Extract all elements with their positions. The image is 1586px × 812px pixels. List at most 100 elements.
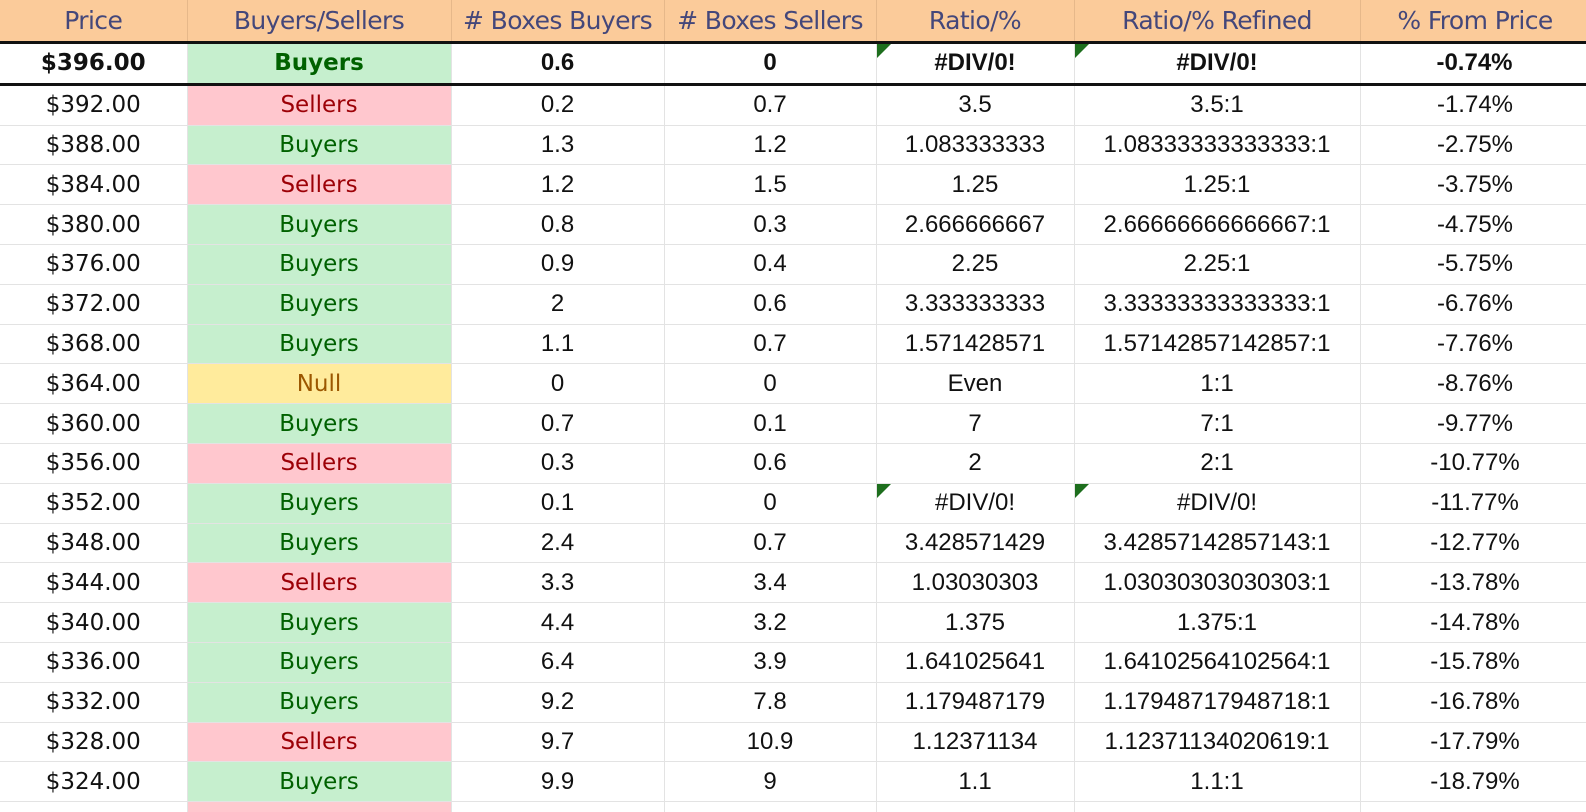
cell-boxes-buyers[interactable]: 2	[451, 284, 665, 325]
cell-from-price[interactable]: -13.78%	[1360, 562, 1586, 604]
cell-boxes-buyers[interactable]: 9.9	[451, 761, 665, 803]
cell-ratio-refined[interactable]: 3.42857142857143:1	[1074, 523, 1361, 564]
cell-ratio-refined[interactable]: 1.1:1	[1074, 761, 1361, 803]
cell-ratio[interactable]: 7	[876, 403, 1075, 444]
cell-price[interactable]: $364.00	[0, 363, 188, 405]
cell-ratio[interactable]: 1.571428571	[876, 324, 1075, 365]
cell-price[interactable]: $368.00	[0, 324, 188, 365]
cell-from-price[interactable]: -7.76%	[1360, 324, 1586, 365]
cell-from-price[interactable]: -9.77%	[1360, 403, 1586, 444]
column-header-ratio[interactable]: Ratio/%	[876, 0, 1075, 44]
cell-ratio-refined[interactable]: #DIV/0!	[1074, 41, 1361, 86]
cell-buyers-sellers[interactable]: Buyers	[187, 483, 452, 524]
cell-boxes-sellers[interactable]: 0.7	[664, 84, 877, 126]
cell-ratio-refined[interactable]: #DIV/0!	[1074, 483, 1361, 524]
cell-price[interactable]: $328.00	[0, 722, 188, 763]
cell-ratio[interactable]: 1.179487179	[876, 682, 1075, 723]
cell-ratio[interactable]: 1.25	[876, 164, 1075, 206]
cell-buyers-sellers[interactable]: Buyers	[187, 324, 452, 365]
cell-buyers-sellers[interactable]: Buyers	[187, 602, 452, 643]
cell-from-price[interactable]: -8.76%	[1360, 363, 1586, 405]
cell-from-price[interactable]: -4.75%	[1360, 204, 1586, 245]
column-header-from-price[interactable]: % From Price	[1360, 0, 1586, 44]
cell-from-price[interactable]: -15.78%	[1360, 642, 1586, 683]
cell-buyers-sellers[interactable]: Buyers	[187, 284, 452, 325]
cell-partial[interactable]	[664, 801, 877, 812]
cell-boxes-buyers[interactable]: 1.2	[451, 164, 665, 206]
cell-ratio[interactable]: #DIV/0!	[876, 483, 1075, 524]
cell-buyers-sellers[interactable]: Sellers	[187, 562, 452, 604]
cell-buyers-sellers[interactable]: Buyers	[187, 403, 452, 444]
cell-boxes-buyers[interactable]: 0.9	[451, 244, 665, 285]
cell-ratio[interactable]: 2	[876, 443, 1075, 484]
cell-ratio[interactable]: 3.428571429	[876, 523, 1075, 564]
cell-price[interactable]: $332.00	[0, 682, 188, 723]
cell-price[interactable]: $324.00	[0, 761, 188, 803]
cell-price[interactable]: $380.00	[0, 204, 188, 245]
cell-boxes-buyers[interactable]: 0.6	[451, 41, 665, 86]
cell-boxes-buyers[interactable]: 0.2	[451, 84, 665, 126]
cell-price[interactable]: $348.00	[0, 523, 188, 564]
cell-from-price[interactable]: -2.75%	[1360, 125, 1586, 166]
cell-buyers-sellers[interactable]: Buyers	[187, 682, 452, 723]
cell-boxes-sellers[interactable]: 3.2	[664, 602, 877, 643]
cell-boxes-buyers[interactable]: 9.7	[451, 722, 665, 763]
cell-price[interactable]: $344.00	[0, 562, 188, 604]
cell-partial[interactable]	[187, 801, 452, 812]
cell-buyers-sellers[interactable]: Sellers	[187, 164, 452, 206]
cell-boxes-buyers[interactable]: 6.4	[451, 642, 665, 683]
cell-boxes-sellers[interactable]: 0.7	[664, 523, 877, 564]
cell-price[interactable]: $376.00	[0, 244, 188, 285]
cell-boxes-sellers[interactable]: 0.7	[664, 324, 877, 365]
cell-ratio-refined[interactable]: 1.17948717948718:1	[1074, 682, 1361, 723]
cell-ratio[interactable]: 2.25	[876, 244, 1075, 285]
cell-buyers-sellers[interactable]: Buyers	[187, 125, 452, 166]
cell-boxes-sellers[interactable]: 0.3	[664, 204, 877, 245]
cell-boxes-sellers[interactable]: 3.9	[664, 642, 877, 683]
cell-from-price[interactable]: -16.78%	[1360, 682, 1586, 723]
cell-partial[interactable]	[876, 801, 1075, 812]
cell-boxes-buyers[interactable]: 0.7	[451, 403, 665, 444]
cell-buyers-sellers[interactable]: Buyers	[187, 642, 452, 683]
cell-from-price[interactable]: -3.75%	[1360, 164, 1586, 206]
column-header-buyers-sellers[interactable]: Buyers/Sellers	[187, 0, 452, 44]
cell-boxes-buyers[interactable]: 3.3	[451, 562, 665, 604]
cell-boxes-buyers[interactable]: 2.4	[451, 523, 665, 564]
cell-buyers-sellers[interactable]: Buyers	[187, 204, 452, 245]
cell-boxes-buyers[interactable]: 1.3	[451, 125, 665, 166]
cell-boxes-sellers[interactable]: 3.4	[664, 562, 877, 604]
cell-from-price[interactable]: -11.77%	[1360, 483, 1586, 524]
cell-ratio[interactable]: 1.641025641	[876, 642, 1075, 683]
cell-boxes-sellers[interactable]: 1.2	[664, 125, 877, 166]
cell-boxes-sellers[interactable]: 0.6	[664, 284, 877, 325]
cell-boxes-sellers[interactable]: 9	[664, 761, 877, 803]
cell-buyers-sellers[interactable]: Sellers	[187, 443, 452, 484]
cell-ratio[interactable]: 1.375	[876, 602, 1075, 643]
cell-price[interactable]: $352.00	[0, 483, 188, 524]
cell-ratio-refined[interactable]: 2.25:1	[1074, 244, 1361, 285]
cell-ratio-refined[interactable]: 1.03030303030303:1	[1074, 562, 1361, 604]
cell-ratio-refined[interactable]: 2.66666666666667:1	[1074, 204, 1361, 245]
cell-from-price[interactable]: -12.77%	[1360, 523, 1586, 564]
cell-price[interactable]: $388.00	[0, 125, 188, 166]
column-header-ratio-refined[interactable]: Ratio/% Refined	[1074, 0, 1361, 44]
cell-price[interactable]: $336.00	[0, 642, 188, 683]
cell-buyers-sellers[interactable]: Buyers	[187, 761, 452, 803]
cell-price[interactable]: $392.00	[0, 84, 188, 126]
cell-from-price[interactable]: -10.77%	[1360, 443, 1586, 484]
cell-price[interactable]: $396.00	[0, 41, 188, 86]
cell-boxes-sellers[interactable]: 0	[664, 363, 877, 405]
cell-price[interactable]: $384.00	[0, 164, 188, 206]
cell-ratio-refined[interactable]: 3.5:1	[1074, 84, 1361, 126]
cell-from-price[interactable]: -0.74%	[1360, 41, 1586, 86]
cell-ratio[interactable]: 1.1	[876, 761, 1075, 803]
cell-boxes-sellers[interactable]: 0.4	[664, 244, 877, 285]
cell-ratio-refined[interactable]: 1.25:1	[1074, 164, 1361, 206]
cell-buyers-sellers[interactable]: Buyers	[187, 244, 452, 285]
cell-ratio[interactable]: 1.03030303	[876, 562, 1075, 604]
cell-price[interactable]: $360.00	[0, 403, 188, 444]
cell-ratio[interactable]: Even	[876, 363, 1075, 405]
cell-buyers-sellers[interactable]: Buyers	[187, 41, 452, 86]
cell-partial[interactable]	[1360, 801, 1586, 812]
cell-boxes-buyers[interactable]: 0	[451, 363, 665, 405]
